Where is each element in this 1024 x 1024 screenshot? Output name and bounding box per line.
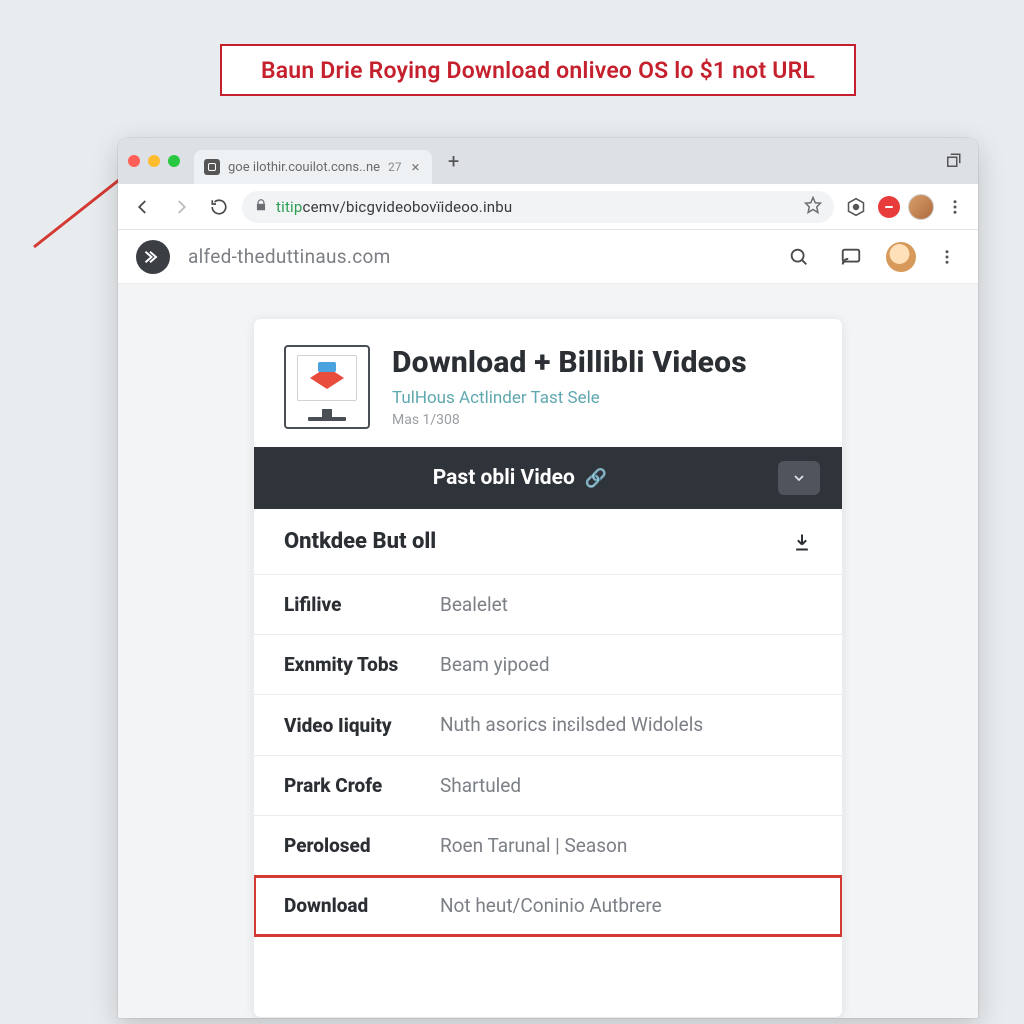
lock-icon [254, 198, 268, 216]
option-row-download[interactable]: Download Not heut/Coninio Autbrere [254, 876, 842, 936]
option-value: Shartuled [440, 774, 812, 797]
browser-menu-button[interactable] [942, 194, 968, 220]
url-rest: cemv/bicgvideobovïideoo.inbu [303, 198, 513, 216]
option-key: Prark Crofe [284, 774, 420, 797]
tab-title: goe ilothir.couilot.cons..ne [228, 160, 380, 175]
app-monitor-icon [284, 345, 370, 429]
address-bar-row: titipcemv/bicgvideobovïideoo.inbu [118, 184, 978, 230]
option-row: Prark Crofe Shartuled [254, 756, 842, 816]
url-text: titipcemv/bicgvideobovïideoo.inbu [276, 198, 512, 216]
search-icon[interactable] [782, 240, 816, 274]
restore-window-icon[interactable] [940, 148, 966, 174]
url-scheme: titip [276, 198, 303, 216]
paste-video-dropdown[interactable] [778, 461, 820, 495]
card-title: Download + Billibli Videos [392, 345, 747, 380]
site-avatar[interactable] [886, 242, 916, 272]
option-value: Beam yipoed [440, 653, 812, 676]
paste-video-label: Past obli Video [433, 466, 575, 490]
option-value: Roen Tarunal | Season [440, 834, 812, 857]
card-header: Download + Billibli Videos TulHous Actli… [254, 319, 842, 447]
cast-icon[interactable] [834, 240, 868, 274]
download-card: Download + Billibli Videos TulHous Actli… [253, 318, 843, 1018]
option-value: Nuth asorics inɛilsded Widolels [440, 713, 812, 737]
option-value: Bealelet [440, 593, 812, 616]
site-toolbar: alfed-theduttinaus.com [118, 230, 978, 284]
download-arrow-icon [792, 532, 812, 552]
option-row: Exnmity Tobs Beam yipoed [254, 635, 842, 695]
tab-count: 27 [388, 160, 402, 174]
option-value: Not heut/Coninio Autbrere [440, 894, 812, 917]
option-key: Download [284, 894, 420, 917]
option-row: Lifilive Bealelet [254, 575, 842, 635]
options-section-title: Ontkdee But oll [284, 529, 436, 554]
profile-avatar[interactable] [908, 194, 934, 220]
options-section-header[interactable]: Ontkdee But oll [254, 509, 842, 574]
option-key: Exnmity Tobs [284, 653, 420, 676]
maximize-window-button[interactable] [168, 155, 180, 167]
site-menu-button[interactable] [934, 244, 960, 270]
tab-close-icon[interactable]: × [410, 158, 422, 176]
options-rows: Lifilive Bealelet Exnmity Tobs Beam yipo… [254, 574, 842, 936]
extension-icon[interactable] [842, 193, 870, 221]
tab-strip: goe ilothir.couilot.cons..ne 27 × + [118, 138, 978, 184]
page-content: Download + Billibli Videos TulHous Actli… [118, 284, 978, 1018]
minimize-window-button[interactable] [148, 155, 160, 167]
option-row: Video Iiquity Nuth asorics inɛilsded Wid… [254, 695, 842, 756]
link-emoji-icon: 🔗 [585, 468, 607, 489]
site-logo[interactable] [136, 240, 170, 274]
site-host-text: alfed-theduttinaus.com [188, 245, 391, 268]
adblock-extension-icon[interactable] [878, 196, 900, 218]
browser-tab-active[interactable]: goe ilothir.couilot.cons..ne 27 × [194, 150, 432, 184]
card-subtitle: TulHous Actlinder Tast Sele [392, 388, 747, 408]
window-controls [128, 155, 180, 167]
option-row: Perolosed Roen Tarunal | Season [254, 816, 842, 876]
annotation-banner: Baun Drie Roying Download onliveo OS lo … [220, 44, 856, 96]
tab-favicon [204, 159, 220, 175]
browser-window: goe ilothir.couilot.cons..ne 27 × + t [118, 138, 978, 1018]
card-meta: Mas 1/308 [392, 412, 747, 428]
reload-button[interactable] [204, 192, 234, 222]
new-tab-button[interactable]: + [440, 147, 468, 175]
option-key: Video Iiquity [284, 714, 420, 737]
option-key: Perolosed [284, 834, 420, 857]
annotation-banner-text: Baun Drie Roying Download onliveo OS lo … [261, 57, 815, 84]
omnibox[interactable]: titipcemv/bicgvideobovïideoo.inbu [242, 191, 834, 223]
forward-button[interactable] [166, 192, 196, 222]
option-key: Lifilive [284, 593, 420, 616]
paste-video-bar[interactable]: Past obli Video 🔗 [254, 447, 842, 509]
close-window-button[interactable] [128, 155, 140, 167]
back-button[interactable] [128, 192, 158, 222]
bookmark-star-icon[interactable] [804, 196, 822, 218]
